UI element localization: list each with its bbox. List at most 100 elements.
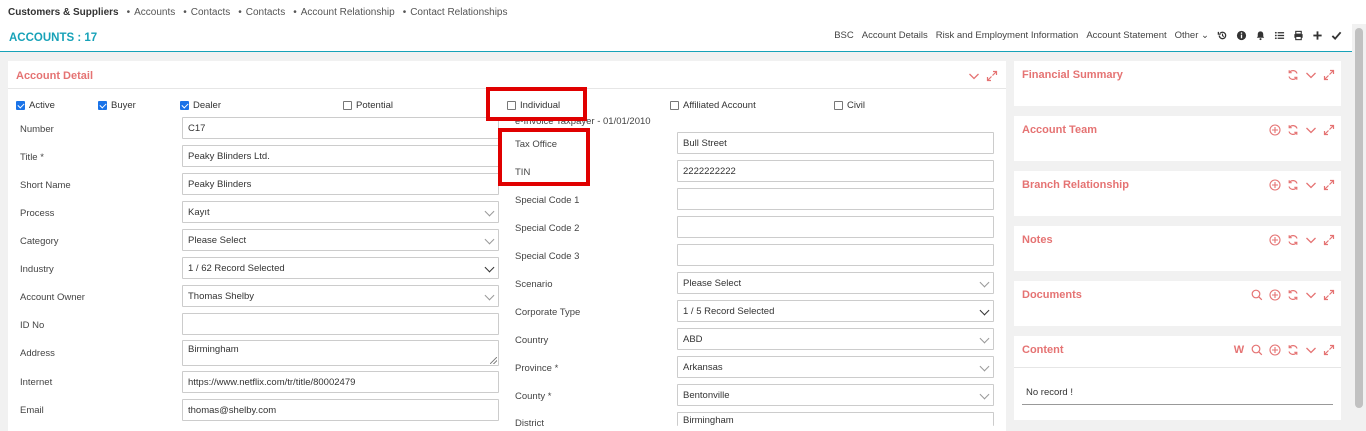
corporate-type-value: 1 / 5 Record Selected: [683, 305, 775, 317]
search-icon[interactable]: [1251, 344, 1263, 356]
add-icon[interactable]: [1269, 289, 1281, 301]
breadcrumb-contact-relationships[interactable]: Contact Relationships: [403, 7, 507, 18]
add-icon[interactable]: [1269, 234, 1281, 246]
checkbox-civil-box[interactable]: [834, 101, 843, 110]
nav-risk-employment[interactable]: Risk and Employment Information: [936, 30, 1079, 41]
branch-relationship-panel: Branch Relationship: [1014, 171, 1341, 216]
chevron-down-icon[interactable]: [1305, 344, 1317, 356]
search-icon[interactable]: [1251, 289, 1263, 301]
label-internet: Internet: [20, 377, 53, 388]
checkbox-potential[interactable]: Potential: [343, 100, 393, 111]
country-select[interactable]: ABD: [677, 328, 994, 350]
checkbox-buyer[interactable]: Buyer: [98, 100, 136, 111]
account-owner-select[interactable]: Thomas Shelby: [182, 285, 499, 307]
checkbox-buyer-box[interactable]: [98, 101, 107, 110]
breadcrumb-contacts-2[interactable]: Contacts: [238, 7, 285, 18]
empty-state: No record !: [1022, 380, 1333, 405]
refresh-icon[interactable]: [1287, 344, 1299, 356]
nav-bsc[interactable]: BSC: [834, 30, 854, 41]
expand-icon[interactable]: [1323, 69, 1335, 81]
refresh-icon[interactable]: [1287, 289, 1299, 301]
tin-field[interactable]: 2222222222: [677, 160, 994, 182]
chevron-down-icon[interactable]: [1305, 124, 1317, 136]
province-select[interactable]: Arkansas: [677, 356, 994, 378]
refresh-icon[interactable]: [1287, 234, 1299, 246]
scrollbar-thumb[interactable]: [1355, 28, 1363, 408]
country-value: ABD: [683, 333, 703, 345]
category-select[interactable]: Please Select: [182, 229, 499, 251]
word-export-icon[interactable]: W: [1233, 344, 1245, 356]
label-short-name: Short Name: [20, 180, 71, 191]
special-code-1-field[interactable]: [677, 188, 994, 210]
breadcrumb-root[interactable]: Customers & Suppliers: [8, 7, 119, 18]
info-icon[interactable]: [1236, 30, 1247, 41]
bell-icon[interactable]: [1255, 30, 1266, 41]
nav-account-details[interactable]: Account Details: [862, 30, 928, 41]
nav-account-statement[interactable]: Account Statement: [1086, 30, 1166, 41]
checkbox-affiliated-label: Affiliated Account: [683, 100, 756, 111]
plus-icon[interactable]: [1312, 30, 1323, 41]
expand-icon[interactable]: [1323, 234, 1335, 246]
special-code-3-field[interactable]: [677, 244, 994, 266]
resize-handle-icon[interactable]: [490, 357, 497, 364]
label-special-code-3: Special Code 3: [515, 251, 580, 262]
title-field[interactable]: Peaky Blinders Ltd.: [182, 145, 499, 167]
add-icon[interactable]: [1269, 179, 1281, 191]
chevron-down-icon[interactable]: [1305, 179, 1317, 191]
nav-other-dropdown[interactable]: Other ⌄: [1175, 30, 1209, 41]
expand-icon[interactable]: [1323, 289, 1335, 301]
label-country: Country: [515, 335, 549, 346]
breadcrumb-accounts[interactable]: Accounts: [127, 7, 175, 18]
corporate-type-select[interactable]: 1 / 5 Record Selected: [677, 300, 994, 322]
page-header: ACCOUNTS : 17 BSC Account Details Risk a…: [0, 24, 1352, 52]
checkbox-civil[interactable]: Civil: [834, 100, 865, 111]
print-icon[interactable]: [1293, 30, 1304, 41]
chevron-down-icon: [484, 290, 495, 301]
history-icon[interactable]: [1217, 30, 1228, 41]
industry-select[interactable]: 1 / 62 Record Selected: [182, 257, 499, 279]
content-tools: W: [1233, 344, 1335, 356]
add-icon[interactable]: [1269, 124, 1281, 136]
district-field[interactable]: Birmingham: [677, 412, 994, 426]
scenario-select[interactable]: Please Select: [677, 272, 994, 294]
add-icon[interactable]: [1269, 344, 1281, 356]
short-name-field[interactable]: Peaky Blinders: [182, 173, 499, 195]
address-textarea[interactable]: Birmingham: [182, 340, 499, 366]
expand-icon[interactable]: [1323, 124, 1335, 136]
label-title: Title *: [20, 152, 44, 163]
chevron-down-icon[interactable]: [968, 70, 980, 82]
checkbox-affiliated-account[interactable]: Affiliated Account: [670, 100, 756, 111]
county-select[interactable]: Bentonville: [677, 384, 994, 406]
special-code-2-field[interactable]: [677, 216, 994, 238]
tax-office-field[interactable]: Bull Street: [677, 132, 994, 154]
chevron-down-icon[interactable]: [1305, 69, 1317, 81]
process-select[interactable]: Kayıt: [182, 201, 499, 223]
number-field[interactable]: C17: [182, 117, 499, 139]
checkbox-potential-box[interactable]: [343, 101, 352, 110]
checkbox-affiliated-box[interactable]: [670, 101, 679, 110]
checkbox-active-box[interactable]: [16, 101, 25, 110]
expand-icon[interactable]: [1323, 179, 1335, 191]
email-field[interactable]: thomas@shelby.com: [182, 399, 499, 421]
refresh-icon[interactable]: [1287, 69, 1299, 81]
check-icon[interactable]: [1331, 30, 1342, 41]
label-category: Category: [20, 236, 59, 247]
page-scrollbar[interactable]: [1352, 24, 1366, 426]
expand-icon[interactable]: [986, 70, 998, 82]
label-account-owner: Account Owner: [20, 292, 85, 303]
checkbox-dealer-box[interactable]: [180, 101, 189, 110]
breadcrumb-contacts-1[interactable]: Contacts: [183, 7, 230, 18]
list-icon[interactable]: [1274, 30, 1285, 41]
id-no-field[interactable]: [182, 313, 499, 335]
expand-icon[interactable]: [1323, 344, 1335, 356]
chevron-down-icon[interactable]: [1305, 289, 1317, 301]
chevron-down-icon: ⌄: [1201, 30, 1209, 41]
internet-field[interactable]: https://www.netflix.com/tr/title/8000247…: [182, 371, 499, 393]
checkbox-active[interactable]: Active: [16, 100, 55, 111]
checkbox-dealer[interactable]: Dealer: [180, 100, 221, 111]
refresh-icon[interactable]: [1287, 179, 1299, 191]
refresh-icon[interactable]: [1287, 124, 1299, 136]
checkbox-buyer-label: Buyer: [111, 100, 136, 111]
breadcrumb-account-relationship[interactable]: Account Relationship: [293, 7, 395, 18]
chevron-down-icon[interactable]: [1305, 234, 1317, 246]
